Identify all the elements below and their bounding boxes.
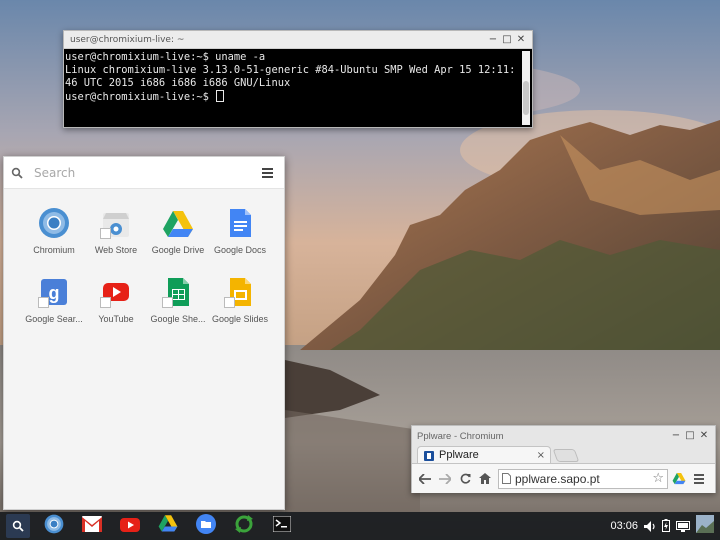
- web-store-icon: [100, 207, 132, 239]
- shortcut-arrow-icon: [224, 297, 235, 308]
- terminal-line: user@chromixium-live:~$ uname -a: [65, 51, 266, 63]
- home-icon[interactable]: [476, 470, 494, 488]
- address-bar[interactable]: pplware.sapo.pt ☆: [498, 468, 668, 489]
- forward-icon[interactable]: [436, 470, 454, 488]
- app-chromium[interactable]: Chromium: [23, 203, 85, 272]
- shelf-chromium[interactable]: [36, 514, 72, 538]
- app-google-search[interactable]: g Google Sear...: [23, 272, 85, 341]
- shortcut-arrow-icon: [100, 228, 111, 239]
- app-label: Web Store: [94, 245, 138, 255]
- bookmark-star-icon[interactable]: ☆: [652, 471, 664, 486]
- app-grid: Chromium Web Store Google Drive Google D…: [4, 189, 284, 341]
- maximize-button[interactable]: □: [685, 431, 695, 441]
- scrollbar-thumb[interactable]: [523, 81, 529, 115]
- page-icon: [502, 469, 511, 488]
- app-google-drive[interactable]: Google Drive: [147, 203, 209, 272]
- terminal-prompt: user@chromixium-live:~$: [65, 91, 216, 103]
- browser-toolbar: pplware.sapo.pt ☆: [412, 463, 715, 493]
- google-slides-icon: [224, 276, 256, 308]
- launcher-search-bar: [4, 157, 284, 189]
- app-label: Google Slides: [211, 314, 269, 324]
- launcher-button[interactable]: [6, 514, 30, 538]
- terminal-line: 46 UTC 2015 i686 i686 i686 GNU/Linux: [65, 77, 291, 89]
- app-google-slides[interactable]: Google Slides: [209, 272, 271, 341]
- shortcut-arrow-icon: [38, 297, 49, 308]
- refresh-app-icon: [234, 514, 254, 538]
- google-drive-extension-icon[interactable]: [670, 470, 688, 488]
- chromium-titlebar[interactable]: Pplware - Chromium − □ ✕: [412, 426, 715, 446]
- terminal-icon: [272, 515, 292, 536]
- maximize-button[interactable]: □: [502, 34, 512, 45]
- volume-icon: [644, 517, 656, 536]
- app-google-sheets[interactable]: Google She...: [147, 272, 209, 341]
- shortcut-arrow-icon: [162, 297, 173, 308]
- new-tab-button[interactable]: [552, 449, 580, 462]
- system-tray[interactable]: 03:06: [610, 514, 714, 538]
- youtube-icon: [100, 276, 132, 308]
- terminal-prompt-line[interactable]: user@chromixium-live:~$: [65, 90, 532, 104]
- url-text: pplware.sapo.pt: [515, 471, 600, 486]
- google-sheets-icon: [162, 276, 194, 308]
- terminal-scrollbar[interactable]: [522, 51, 530, 125]
- shelf-refresh-app[interactable]: [226, 514, 262, 538]
- tab-label: Pplware: [439, 449, 479, 461]
- app-youtube[interactable]: YouTube: [85, 272, 147, 341]
- google-search-icon: g: [38, 276, 70, 308]
- app-label: YouTube: [98, 314, 134, 324]
- app-label: Google Drive: [151, 245, 205, 255]
- chromium-window[interactable]: Pplware - Chromium − □ ✕ Pplware × pplwa…: [411, 425, 716, 493]
- google-docs-icon: [224, 207, 256, 239]
- google-drive-icon: [158, 515, 178, 537]
- shelf-gmail[interactable]: [74, 514, 110, 538]
- terminal-title: user@chromixium-live: ~: [70, 34, 185, 45]
- terminal-titlebar[interactable]: user@chromixium-live: ~ − □ ✕: [64, 31, 532, 49]
- shelf: 03:06: [0, 512, 720, 540]
- terminal-window[interactable]: user@chromixium-live: ~ − □ ✕ user@chrom…: [63, 30, 533, 128]
- shelf-youtube[interactable]: [112, 514, 148, 538]
- browser-tab[interactable]: Pplware ×: [417, 446, 551, 463]
- tab-close-icon[interactable]: ×: [537, 450, 550, 461]
- menu-icon[interactable]: [690, 470, 708, 488]
- app-label: Google Docs: [213, 245, 267, 255]
- search-icon: [4, 167, 30, 179]
- hamburger-icon[interactable]: [250, 167, 284, 178]
- app-label: Chromium: [33, 245, 75, 255]
- shortcut-arrow-icon: [100, 297, 111, 308]
- search-input[interactable]: [30, 160, 250, 185]
- avatar: [696, 515, 714, 537]
- shelf-files[interactable]: [188, 514, 224, 538]
- back-icon[interactable]: [416, 470, 434, 488]
- reload-icon[interactable]: [456, 470, 474, 488]
- close-button[interactable]: ✕: [699, 431, 709, 441]
- minimize-button[interactable]: −: [488, 34, 498, 45]
- google-drive-icon: [162, 207, 194, 239]
- clock: 03:06: [610, 520, 638, 532]
- shelf-google-drive[interactable]: [150, 514, 186, 538]
- battery-icon: [662, 517, 670, 536]
- files-icon: [196, 514, 216, 538]
- gmail-icon: [82, 516, 102, 536]
- terminal-cursor: [216, 90, 225, 102]
- chromium-icon: [38, 207, 70, 239]
- app-web-store[interactable]: Web Store: [85, 203, 147, 272]
- chromium-icon: [44, 514, 64, 538]
- tab-strip: Pplware ×: [412, 446, 715, 463]
- app-label: Google She...: [150, 314, 206, 324]
- app-google-docs[interactable]: Google Docs: [209, 203, 271, 272]
- svg-text:g: g: [49, 283, 60, 303]
- youtube-icon: [120, 517, 140, 536]
- terminal-line: Linux chromixium-live 3.13.0-51-generic …: [65, 64, 516, 76]
- network-icon: [676, 517, 690, 536]
- favicon-icon: [424, 446, 434, 465]
- shelf-terminal[interactable]: [264, 514, 300, 538]
- window-title: Pplware - Chromium: [417, 430, 504, 442]
- terminal-output[interactable]: user@chromixium-live:~$ uname -a Linux c…: [64, 49, 532, 128]
- app-launcher: Chromium Web Store Google Drive Google D…: [3, 156, 285, 510]
- close-button[interactable]: ✕: [516, 34, 526, 45]
- minimize-button[interactable]: −: [671, 431, 681, 441]
- app-label: Google Sear...: [25, 314, 83, 324]
- search-icon: [12, 517, 24, 536]
